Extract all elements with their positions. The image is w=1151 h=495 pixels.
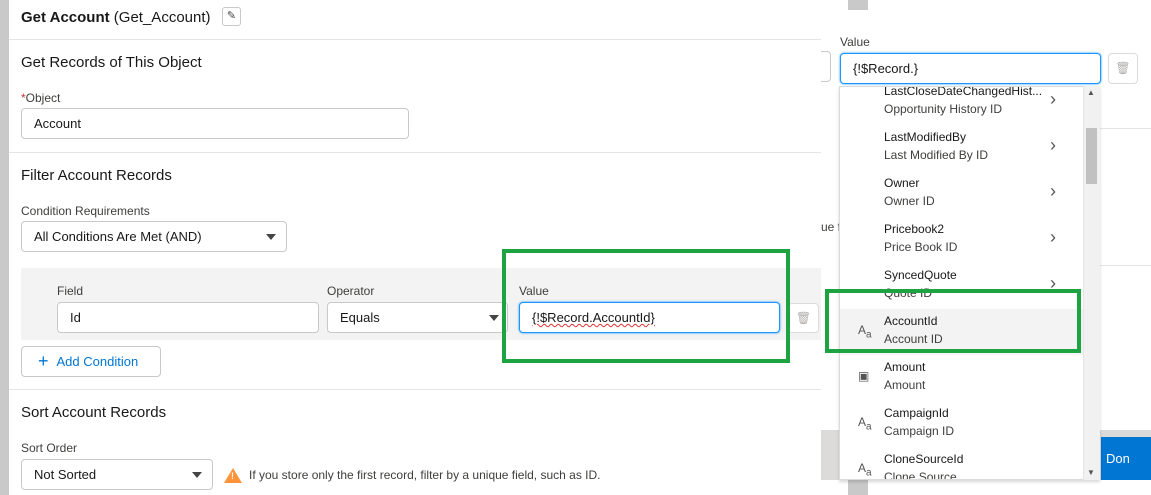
delete-condition-button[interactable]: 🗑: [788, 303, 819, 333]
divider: [9, 389, 821, 390]
element-label: Get Account: [21, 9, 110, 26]
scroll-down-icon[interactable]: ▼: [1087, 468, 1095, 477]
caret-down-icon: [192, 471, 202, 478]
sort-warning-text: If you store only the first record, filt…: [249, 468, 601, 482]
list-item[interactable]: Pricebook2 Price Book ID ›: [840, 217, 1084, 263]
caret-down-icon: [489, 314, 499, 321]
field-label: Field: [57, 284, 84, 298]
scroll-up-icon[interactable]: ▲: [1087, 88, 1095, 97]
list-item[interactable]: LastCloseDateChangedHist... Opportunity …: [840, 87, 1084, 125]
list-item[interactable]: Aa CloneSourceId Clone Source: [840, 447, 1084, 479]
sort-order-select[interactable]: Not Sorted: [21, 459, 213, 490]
trash-icon: 🗑: [1115, 61, 1131, 75]
list-item[interactable]: LastModifiedBy Last Modified By ID ›: [840, 125, 1084, 171]
edit-button[interactable]: ✎: [222, 7, 241, 26]
partial-text: ue f: [821, 220, 842, 234]
filter-title: Filter Account Records: [21, 167, 172, 184]
warning-icon: !: [224, 468, 242, 483]
element-api-name: (Get_Account): [113, 9, 211, 26]
sort-title: Sort Account Records: [21, 404, 167, 421]
picker-value-input[interactable]: {!$Record.}: [840, 53, 1101, 84]
list-item[interactable]: ▣ Amount Amount: [840, 355, 1084, 401]
field-input[interactable]: Id: [57, 302, 319, 333]
background-strip: [848, 0, 868, 10]
operator-label: Operator: [327, 284, 375, 298]
background-strip: [848, 478, 868, 495]
text-type-icon: Aa: [858, 415, 872, 433]
condition-requirements-label: Condition Requirements: [21, 204, 150, 218]
trash-icon: 🗑: [795, 311, 812, 325]
condition-requirements-select[interactable]: All Conditions Are Met (AND): [21, 221, 287, 252]
highlight-box: [825, 289, 1081, 353]
text-type-icon: Aa: [858, 461, 872, 479]
chevron-right-icon: ›: [1050, 135, 1056, 155]
footer-bar: [821, 430, 839, 480]
object-input[interactable]: Account: [21, 108, 409, 139]
divider: [1100, 265, 1151, 266]
delete-button[interactable]: 🗑: [1108, 53, 1138, 84]
pencil-icon: ✎: [226, 10, 237, 22]
chevron-right-icon: ›: [1050, 227, 1056, 247]
divider: [1100, 128, 1151, 129]
currency-type-icon: ▣: [858, 369, 870, 383]
caret-down-icon: [266, 233, 276, 240]
highlight-box: [502, 249, 790, 363]
object-label: *Object: [21, 91, 61, 105]
plus-icon: +: [38, 351, 49, 371]
partial-select: [821, 51, 831, 82]
done-button[interactable]: Don: [1101, 437, 1151, 480]
scrollbar-thumb[interactable]: [1086, 128, 1097, 184]
list-item[interactable]: Aa CampaignId Campaign ID: [840, 401, 1084, 447]
resource-dropdown: LastCloseDateChangedHist... Opportunity …: [839, 86, 1100, 480]
operator-select[interactable]: Equals: [327, 302, 508, 333]
chevron-right-icon: ›: [1050, 181, 1056, 201]
sort-order-label: Sort Order: [21, 441, 78, 455]
add-condition-button[interactable]: + Add Condition: [21, 346, 161, 377]
left-gutter: [0, 0, 9, 495]
picker-value-label: Value: [840, 35, 870, 49]
divider: [9, 152, 821, 153]
list-item[interactable]: Owner Owner ID ›: [840, 171, 1084, 217]
chevron-right-icon: ›: [1050, 89, 1056, 109]
element-title: Get Account (Get_Account): [21, 9, 211, 26]
divider: [9, 39, 821, 40]
get-records-title: Get Records of This Object: [21, 54, 202, 71]
